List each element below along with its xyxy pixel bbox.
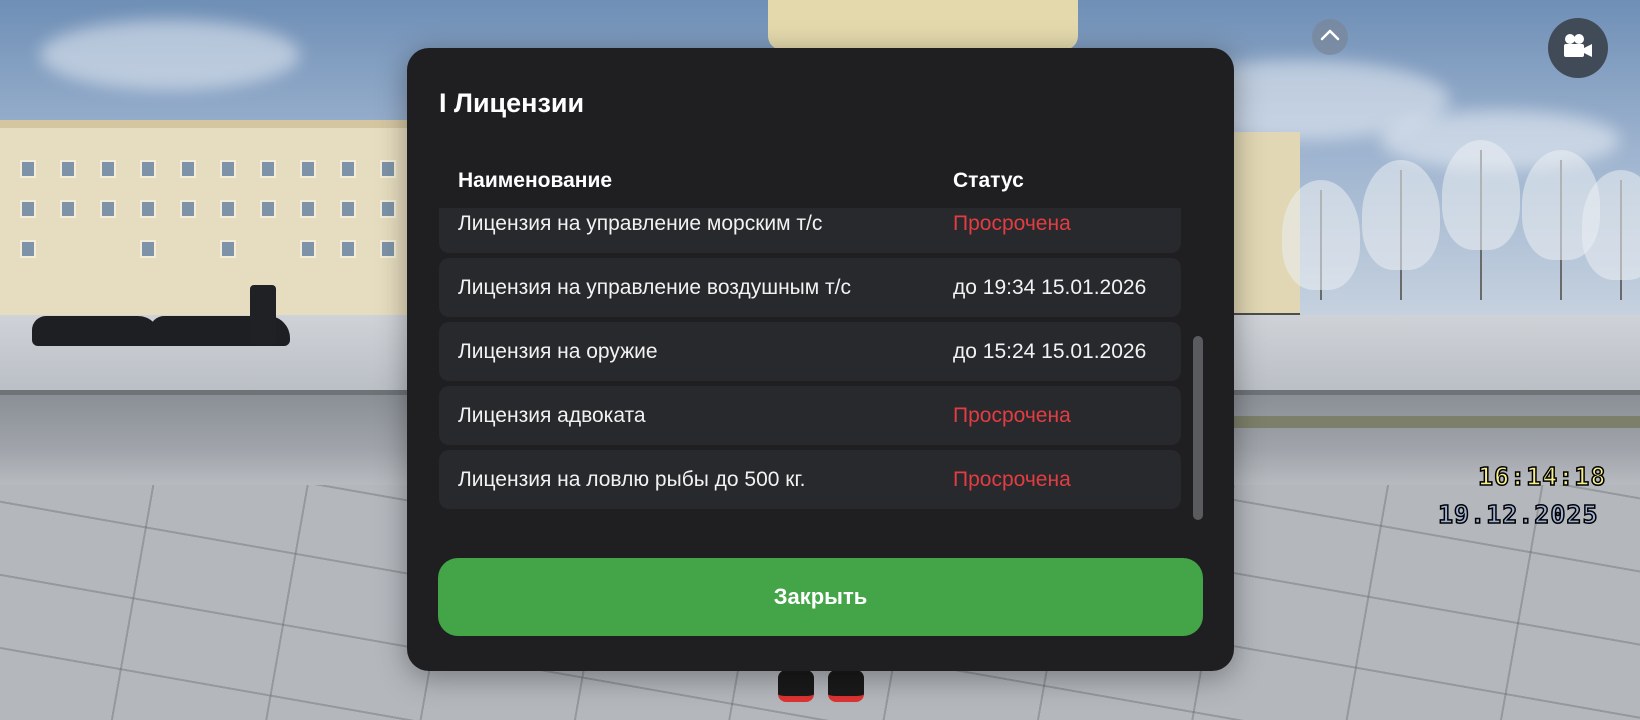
license-name: Лицензия на ловлю рыбы до 500 кг. (458, 467, 806, 491)
video-camera-icon (1562, 33, 1594, 64)
scroll-up-button[interactable] (1312, 19, 1348, 55)
licenses-list[interactable]: Лицензия на управление морским т/с Проср… (439, 208, 1181, 566)
licenses-scrollbar[interactable] (1193, 208, 1203, 566)
license-status: Просрочена (953, 467, 1071, 491)
car (32, 316, 160, 346)
kiosk (250, 285, 276, 345)
license-status: до 19:34 15.01.2026 (953, 275, 1147, 299)
license-status: до 15:24 15.01.2026 (953, 339, 1147, 363)
building-left (0, 120, 410, 326)
license-row: Лицензия на управление воздушным т/с до … (439, 258, 1181, 317)
camera-button[interactable] (1548, 18, 1608, 78)
license-name: Лицензия на управление морским т/с (458, 211, 823, 235)
curb (1180, 416, 1640, 428)
tower (768, 0, 1078, 50)
column-header-name: Наименование (458, 169, 613, 192)
scrollbar-thumb[interactable] (1193, 336, 1203, 520)
cloud (40, 20, 300, 90)
column-header-status: Статус (953, 169, 1024, 192)
license-row: Лицензия на оружие до 15:24 15.01.2026 (439, 322, 1181, 381)
licenses-dialog: I Лицензии Наименование Статус Лицензия … (407, 48, 1234, 671)
license-name: Лицензия на оружие (458, 339, 658, 363)
license-row: Лицензия адвоката Просрочена (439, 386, 1181, 445)
license-row: Лицензия на управление морским т/с Проср… (439, 208, 1181, 253)
dialog-title: I Лицензии (439, 88, 585, 118)
chevron-up-icon (1320, 28, 1340, 46)
license-row: Лицензия на ловлю рыбы до 500 кг. Просро… (439, 450, 1181, 509)
license-status: Просрочена (953, 211, 1071, 235)
close-button[interactable]: Закрыть (438, 558, 1203, 636)
trees (1280, 140, 1640, 300)
license-name: Лицензия адвоката (458, 403, 646, 427)
license-name: Лицензия на управление воздушным т/с (458, 275, 851, 299)
license-status: Просрочена (953, 403, 1071, 427)
hud-clock-time: 16:14:18 (1477, 461, 1607, 492)
hud-clock-date: 19.12.2025 (1437, 499, 1599, 530)
